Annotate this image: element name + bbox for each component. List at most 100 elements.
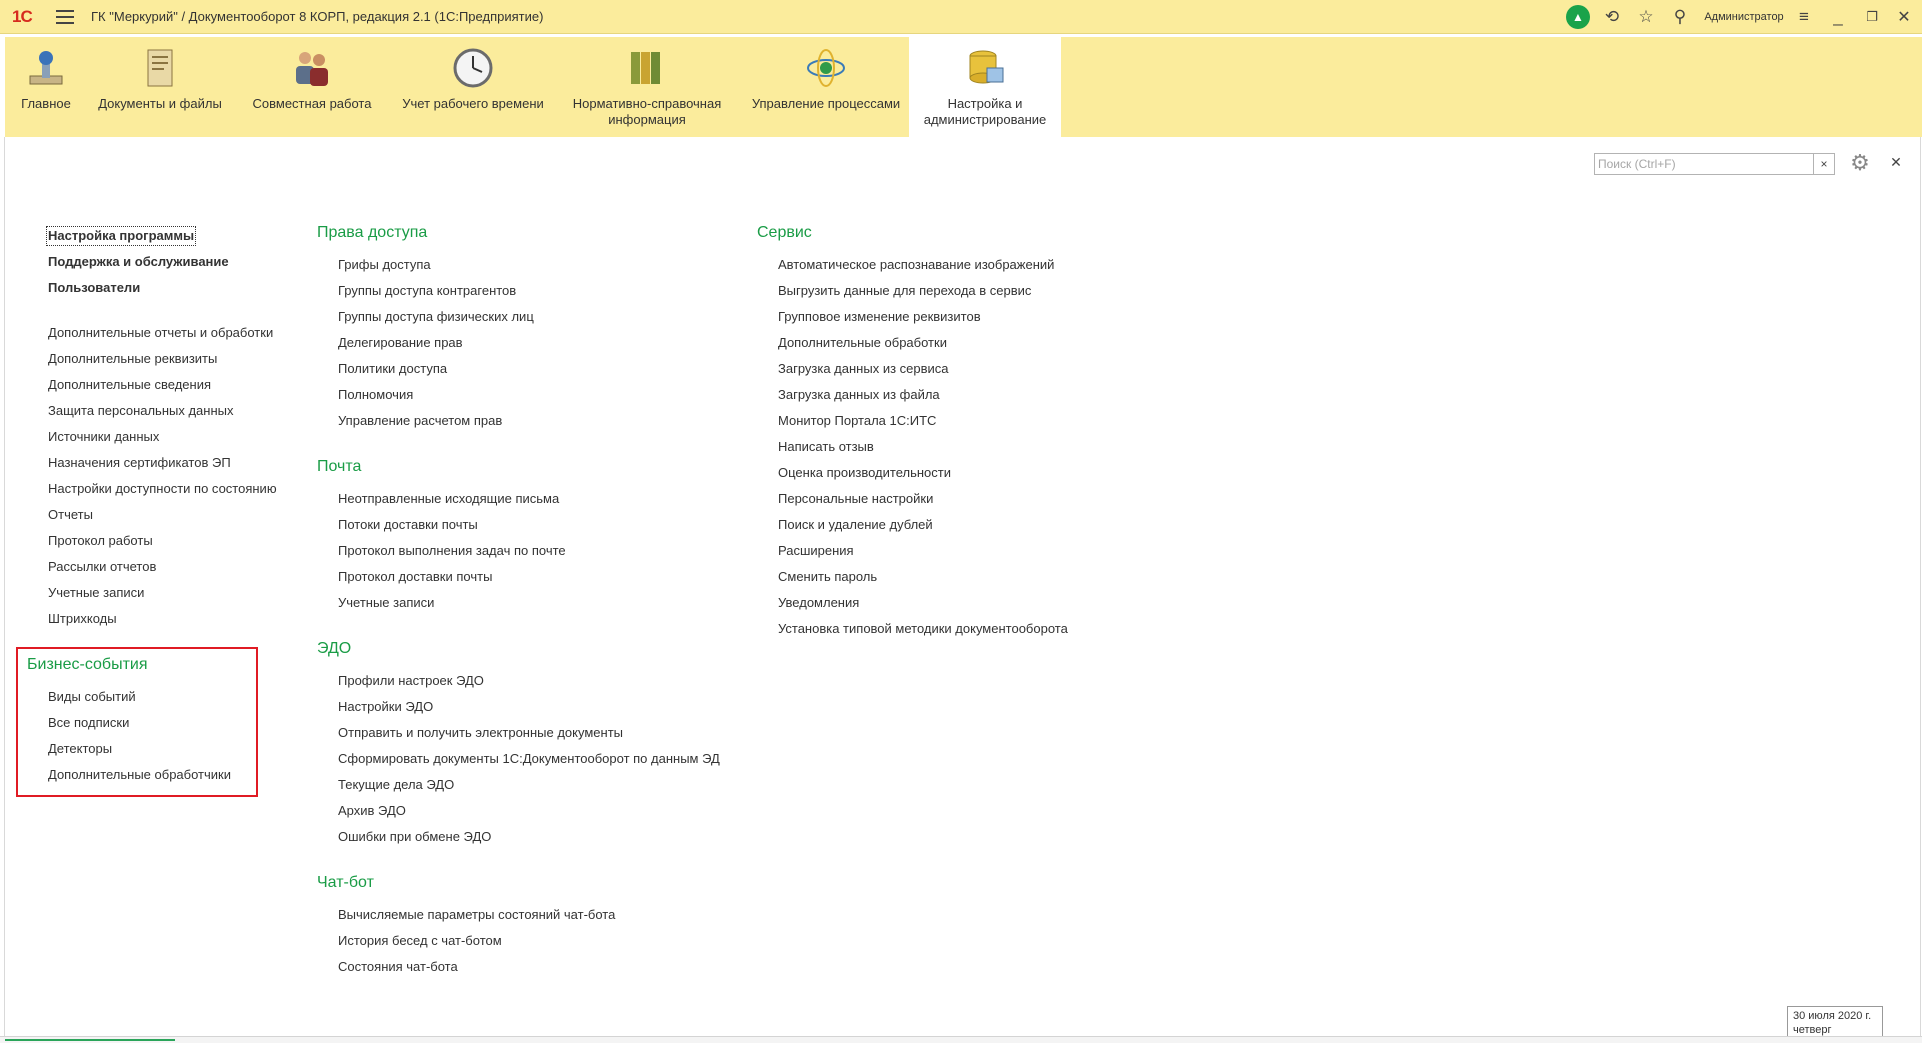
admin-link[interactable]: Настройки доступности по состоянию [48,481,277,497]
gear-icon[interactable]: ⚙ [1846,150,1874,178]
history-icon[interactable]: ⟲ [1600,4,1624,30]
date-text: 30 июля 2020 г. [1793,1010,1872,1022]
link-support[interactable]: Поддержка и обслуживание [48,254,229,270]
window-title: ГК "Меркурий" / Документооборот 8 КОРП, … [91,9,544,24]
service-link[interactable]: Загрузка данных из сервиса [778,361,949,377]
access-link[interactable]: Политики доступа [338,361,447,377]
section-time-tracking[interactable]: Учет рабочего времени [397,37,549,137]
home-icon [29,51,63,85]
bell-icon: ▲ [1566,5,1590,29]
group-title-business-events: Бизнес-события [27,656,148,673]
business-events-link[interactable]: Виды событий [48,689,136,705]
edo-link[interactable]: Ошибки при обмене ЭДО [338,829,491,845]
settings-menu-icon[interactable]: ≡ [1792,4,1816,30]
service-link[interactable]: Расширения [778,543,854,559]
service-link[interactable]: Установка типовой методики документообор… [778,621,1068,637]
service-link[interactable]: Уведомления [778,595,859,611]
close-window-icon[interactable]: ✕ [1892,4,1916,30]
admin-link[interactable]: Штрихкоды [48,611,117,627]
service-link[interactable]: Загрузка данных из файла [778,387,940,403]
admin-link[interactable]: Дополнительные реквизиты [48,351,217,367]
service-link[interactable]: Выгрузить данные для перехода в сервис [778,283,1031,299]
group-title-edo: ЭДО [317,640,352,657]
edo-link[interactable]: Текущие дела ЭДО [338,777,454,793]
business-events-link[interactable]: Дополнительные обработчики [48,767,231,783]
section-label: Настройка и администрирование [923,96,1047,127]
1c-logo[interactable]: 1С [12,7,33,27]
service-link[interactable]: Автоматическое распознавание изображений [778,257,1054,273]
service-link[interactable]: Дополнительные обработки [778,335,947,351]
chatbot-link[interactable]: Состояния чат-бота [338,959,458,975]
favorites-star-icon[interactable]: ☆ [1634,4,1658,30]
service-link[interactable]: Групповое изменение реквизитов [778,309,981,325]
admin-link[interactable]: Отчеты [48,507,93,523]
group-title-access: Права доступа [317,224,428,241]
service-link[interactable]: Написать отзыв [778,439,874,455]
clock-icon [453,48,493,88]
title-bar: 1С ГК "Меркурий" / Документооборот 8 КОР… [0,0,1922,34]
binders-icon [631,52,660,84]
section-reference-info[interactable]: Нормативно-справочная информация [561,37,733,137]
edo-link[interactable]: Настройки ЭДО [338,699,433,715]
link-program-settings[interactable]: Настройка программы [45,226,197,246]
section-documents[interactable]: Документы и файлы [95,37,225,137]
access-link[interactable]: Группы доступа физических лиц [338,309,534,325]
access-link[interactable]: Полномочия [338,387,413,403]
business-events-link[interactable]: Все подписки [48,715,129,731]
mail-link[interactable]: Неотправленные исходящие письма [338,491,559,507]
access-link[interactable]: Делегирование прав [338,335,463,351]
access-link[interactable]: Грифы доступа [338,257,431,273]
service-link[interactable]: Сменить пароль [778,569,877,585]
search-input[interactable]: Поиск (Ctrl+F) [1594,153,1814,175]
admin-link[interactable]: Протокол работы [48,533,153,549]
mail-link[interactable]: Протокол выполнения задач по почте [338,543,566,559]
status-bar [0,1036,1922,1043]
section-label: Главное [21,96,71,111]
business-events-link[interactable]: Детекторы [48,741,112,757]
admin-link[interactable]: Защита персональных данных [48,403,234,419]
edo-link[interactable]: Отправить и получить электронные докумен… [338,725,623,741]
edo-link[interactable]: Архив ЭДО [338,803,406,819]
section-label: Управление процессами [751,96,901,111]
notifications-button[interactable]: ▲ [1565,4,1591,30]
sections-panel: Главное Документы и файлы Совместная раб… [5,37,1922,137]
search-icon[interactable]: ⚲ [1668,4,1692,30]
status-progress [5,1039,175,1041]
admin-link[interactable]: Источники данных [48,429,159,445]
section-label: Совместная работа [252,96,372,111]
access-link[interactable]: Управление расчетом прав [338,413,502,429]
admin-link[interactable]: Дополнительные сведения [48,377,211,393]
service-link[interactable]: Поиск и удаление дублей [778,517,933,533]
restore-icon[interactable]: ❐ [1860,4,1884,30]
section-collaboration[interactable]: Совместная работа [242,37,382,137]
admin-link[interactable]: Дополнительные отчеты и обработки [48,325,273,341]
chatbot-link[interactable]: История бесед с чат-ботом [338,933,502,949]
section-process-management[interactable]: Управление процессами [745,37,907,137]
admin-link[interactable]: Рассылки отчетов [48,559,156,575]
service-link[interactable]: Оценка производительности [778,465,951,481]
section-main[interactable]: Главное [5,37,87,137]
clear-search-icon[interactable]: × [1813,153,1835,175]
database-icon [969,50,1004,84]
service-link[interactable]: Монитор Портала 1С:ИТС [778,413,936,429]
group-title-mail: Почта [317,458,362,475]
service-link[interactable]: Персональные настройки [778,491,933,507]
mail-link[interactable]: Протокол доставки почты [338,569,492,585]
current-user[interactable]: Администратор [1700,4,1788,30]
main-menu-icon[interactable] [56,6,74,26]
chatbot-link[interactable]: Вычисляемые параметры состояний чат-бота [338,907,615,923]
weekday-text: четверг [1793,1024,1832,1036]
admin-link[interactable]: Назначения сертификатов ЭП [48,455,231,471]
link-users[interactable]: Пользователи [48,280,140,296]
edo-link[interactable]: Профили настроек ЭДО [338,673,484,689]
close-panel-icon[interactable]: ✕ [1886,154,1906,174]
mail-link[interactable]: Учетные записи [338,595,434,611]
section-administration[interactable]: Настройка и администрирование [909,37,1061,137]
access-link[interactable]: Группы доступа контрагентов [338,283,516,299]
admin-link[interactable]: Учетные записи [48,585,144,601]
minimize-icon[interactable]: _ [1826,4,1850,30]
edo-link[interactable]: Сформировать документы 1С:Документооборо… [338,751,720,767]
mail-link[interactable]: Потоки доставки почты [338,517,478,533]
section-label: Документы и файлы [98,96,222,111]
frame-border [4,137,5,1037]
